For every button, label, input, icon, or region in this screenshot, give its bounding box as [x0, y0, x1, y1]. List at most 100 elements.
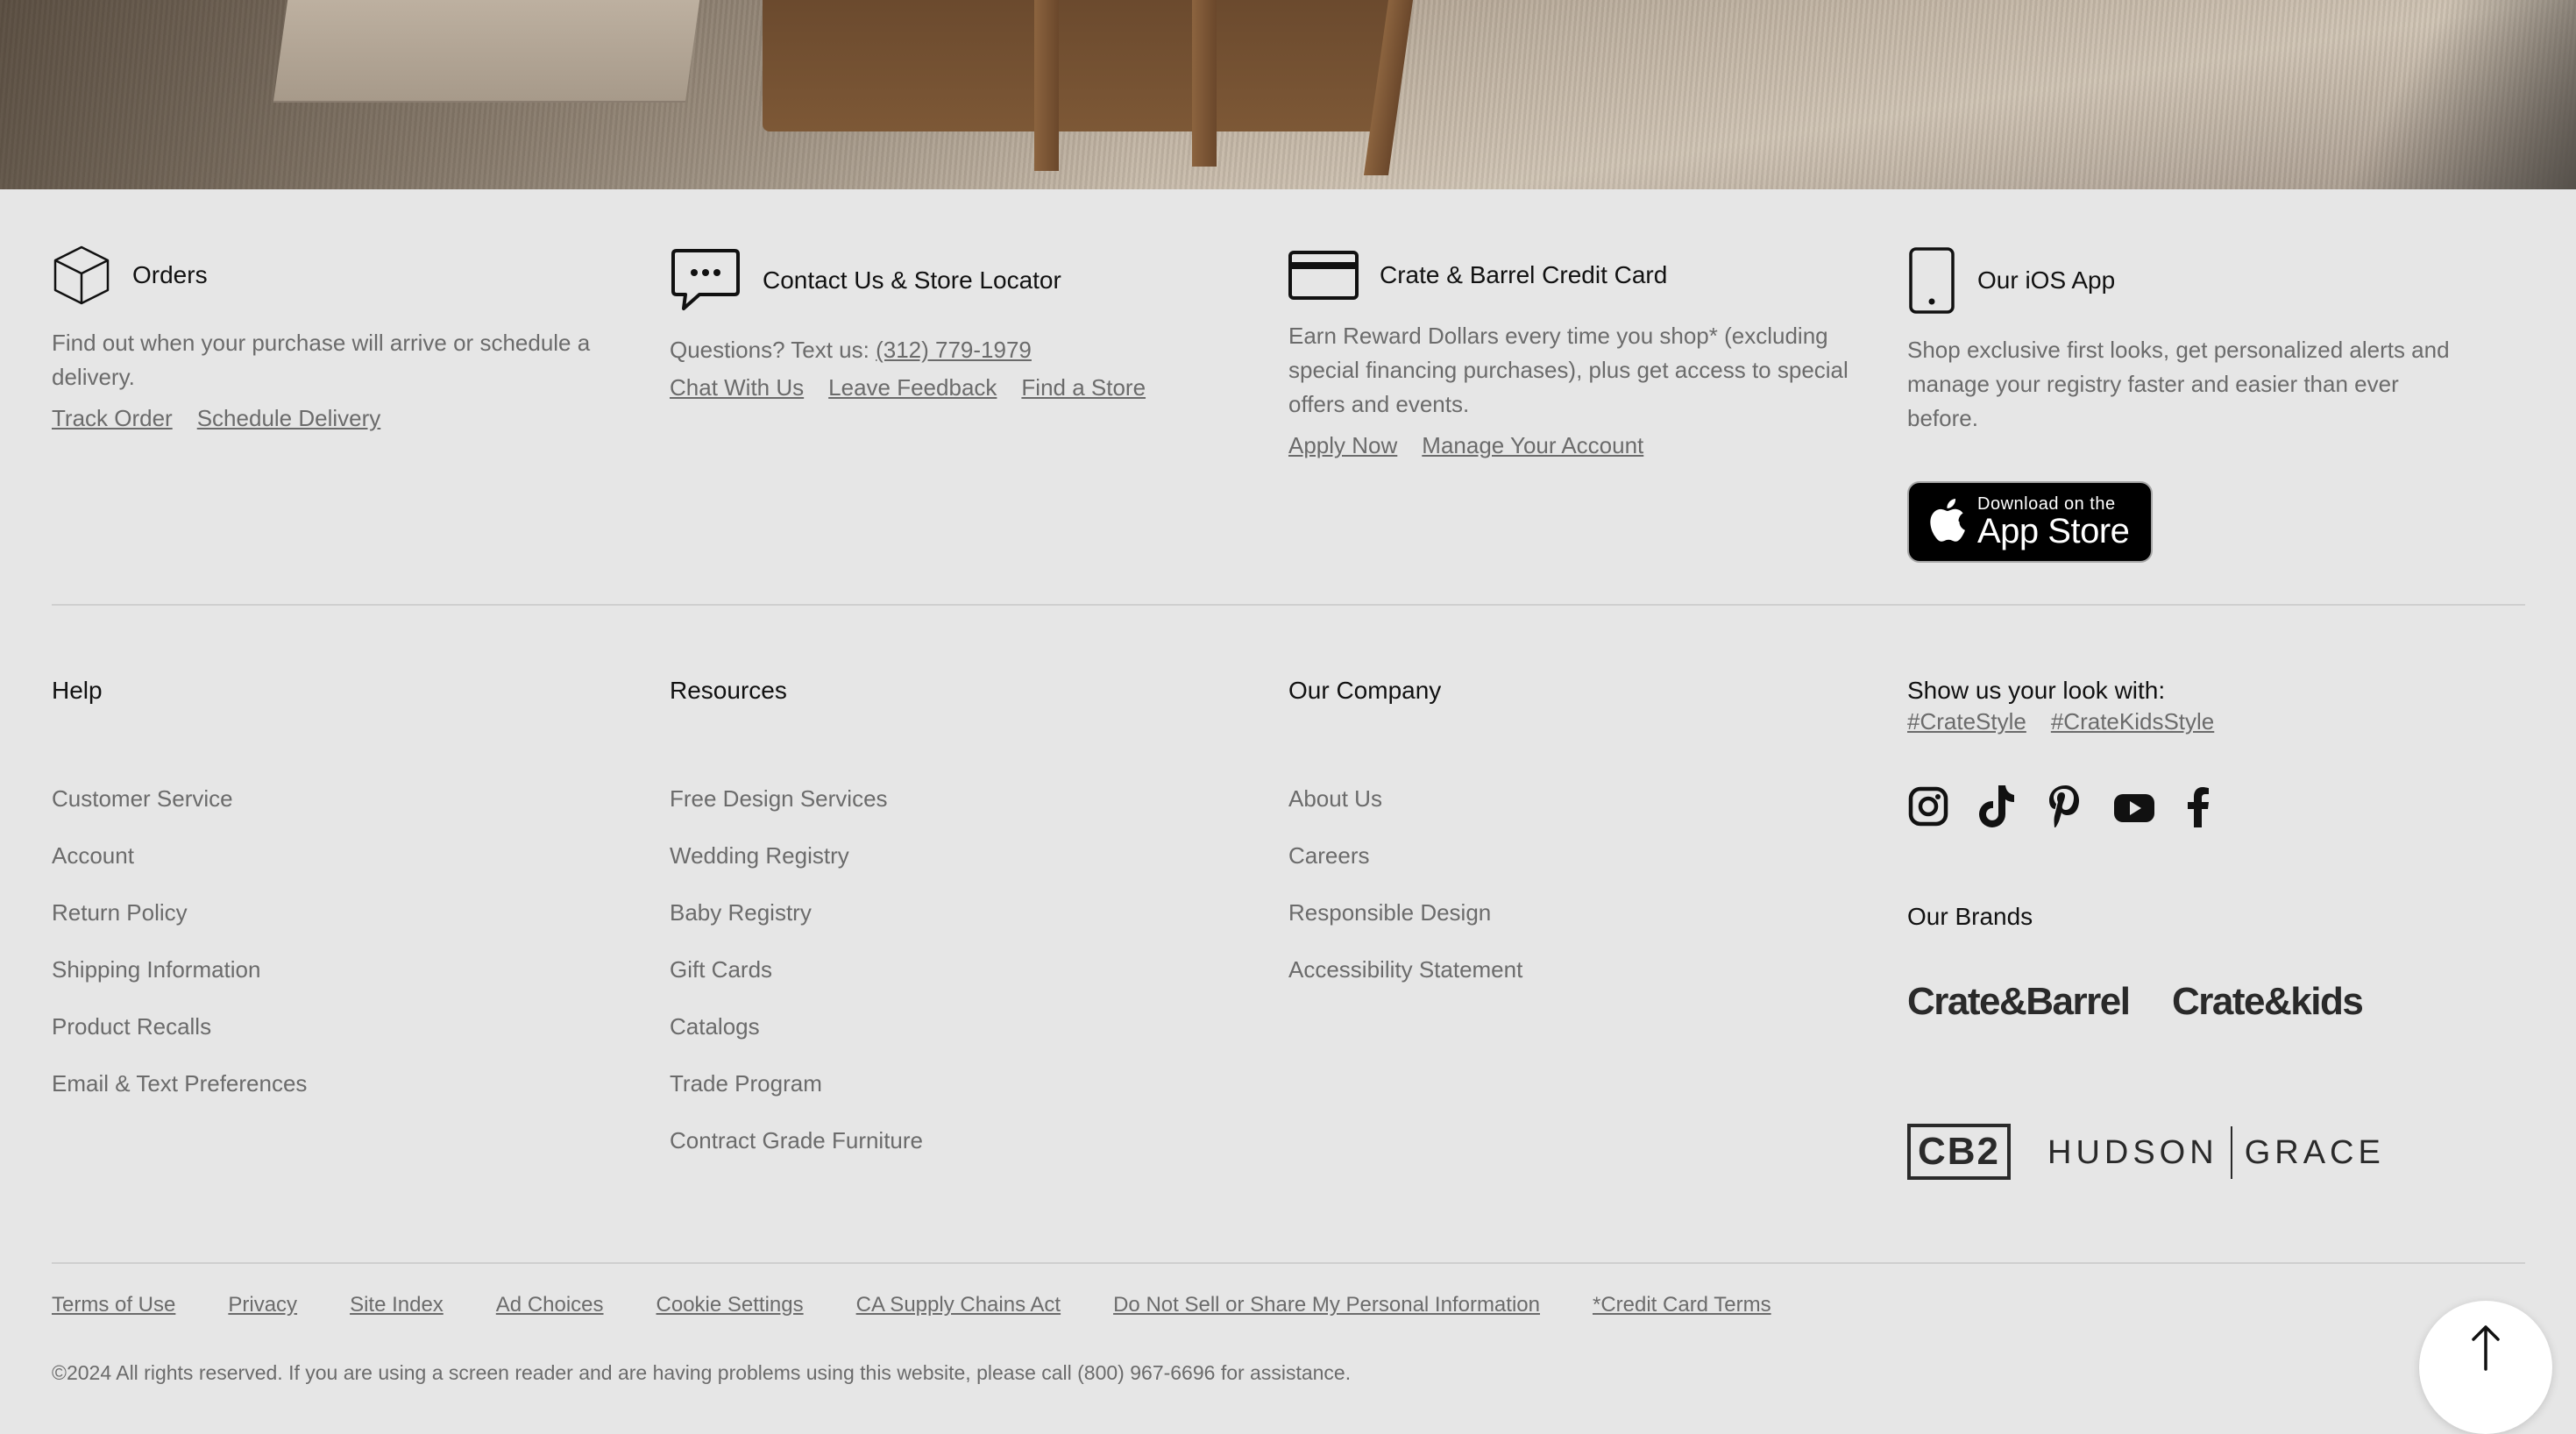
instagram-icon[interactable] — [1907, 784, 1949, 829]
contact-section: Contact Us & Store Locator Questions? Te… — [670, 247, 1248, 401]
customer-service-link[interactable]: Customer Service — [52, 785, 233, 812]
product-recalls-link[interactable]: Product Recalls — [52, 1013, 211, 1040]
phone-icon — [1907, 247, 1956, 314]
hudson-grace-logo[interactable]: HUDSON GRACE — [2047, 1126, 2385, 1179]
contract-grade-furniture-link[interactable]: Contract Grade Furniture — [670, 1127, 923, 1154]
section-divider — [52, 604, 2525, 606]
list-item: Catalogs — [670, 1013, 923, 1070]
list-item: Trade Program — [670, 1070, 923, 1127]
list-item: Shipping Information — [52, 956, 307, 1013]
terms-of-use-link[interactable]: Terms of Use — [52, 1293, 175, 1317]
contact-header: Contact Us & Store Locator — [670, 247, 1248, 314]
cratestyle-hashtag-link[interactable]: #CrateStyle — [1907, 708, 2026, 735]
resources-list: Free Design Services Wedding Registry Ba… — [670, 785, 923, 1184]
manage-account-link[interactable]: Manage Your Account — [1422, 432, 1643, 458]
sofa-skirt — [273, 0, 700, 103]
app-store-badge-small: Download on the — [1977, 493, 2116, 514]
do-not-sell-link[interactable]: Do Not Sell or Share My Personal Informa… — [1113, 1293, 1540, 1317]
credit-card-header: Crate & Barrel Credit Card — [1288, 251, 1858, 300]
list-item: Customer Service — [52, 785, 307, 842]
youtube-icon[interactable] — [2112, 784, 2156, 829]
cookie-settings-link[interactable]: Cookie Settings — [656, 1293, 804, 1317]
list-item: Contract Grade Furniture — [670, 1127, 923, 1184]
credit-card-description: Earn Reward Dollars every time you shop*… — [1288, 323, 1849, 417]
ca-supply-chains-act-link[interactable]: CA Supply Chains Act — [856, 1293, 1061, 1317]
hashtags: #CrateStyle #CrateKidsStyle — [1907, 708, 2214, 735]
email-text-preferences-link[interactable]: Email & Text Preferences — [52, 1070, 307, 1097]
list-item: Free Design Services — [670, 785, 923, 842]
hero-image — [0, 0, 2576, 189]
social-icons — [1907, 784, 2218, 829]
free-design-services-link[interactable]: Free Design Services — [670, 785, 888, 812]
cb2-logo[interactable]: CB2 — [1907, 1124, 2011, 1180]
ios-app-section: Our iOS App Shop exclusive first looks, … — [1907, 247, 2468, 436]
wedding-registry-link[interactable]: Wedding Registry — [670, 842, 849, 869]
ad-choices-link[interactable]: Ad Choices — [496, 1293, 604, 1317]
privacy-link[interactable]: Privacy — [228, 1293, 297, 1317]
shipping-information-link[interactable]: Shipping Information — [52, 956, 260, 983]
find-a-store-link[interactable]: Find a Store — [1021, 374, 1146, 401]
site-index-link[interactable]: Site Index — [350, 1293, 444, 1317]
box-icon — [52, 244, 111, 307]
chat-with-us-link[interactable]: Chat With Us — [670, 374, 804, 401]
credit-card-terms-link[interactable]: *Credit Card Terms — [1593, 1293, 1771, 1317]
list-item: Account — [52, 842, 307, 899]
list-item: About Us — [1288, 785, 1522, 842]
contact-title: Contact Us & Store Locator — [763, 266, 1061, 294]
list-item: Email & Text Preferences — [52, 1070, 307, 1127]
copyright-text: ©2024 All rights reserved. If you are us… — [52, 1361, 1352, 1384]
about-us-link[interactable]: About Us — [1288, 785, 1382, 812]
list-item: Accessibility Statement — [1288, 956, 1522, 1013]
orders-description: Find out when your purchase will arrive … — [52, 330, 591, 390]
list-item: Careers — [1288, 842, 1522, 899]
brands-heading: Our Brands — [1907, 903, 2033, 930]
schedule-delivery-link[interactable]: Schedule Delivery — [197, 405, 381, 431]
credit-card-title: Crate & Barrel Credit Card — [1380, 261, 1668, 288]
list-item: Responsible Design — [1288, 899, 1522, 956]
credit-card-section: Crate & Barrel Credit Card Earn Reward D… — [1288, 251, 1858, 459]
catalogs-link[interactable]: Catalogs — [670, 1013, 760, 1040]
account-link[interactable]: Account — [52, 842, 134, 869]
tiktok-icon[interactable] — [1976, 784, 2018, 829]
list-item: Baby Registry — [670, 899, 923, 956]
orders-header: Orders — [52, 244, 613, 307]
cratekidsstyle-hashtag-link[interactable]: #CrateKidsStyle — [2051, 708, 2214, 735]
legal-links: Terms of Use Privacy Site Index Ad Choic… — [52, 1293, 1771, 1317]
careers-link[interactable]: Careers — [1288, 842, 1369, 869]
list-item: Wedding Registry — [670, 842, 923, 899]
list-item: Return Policy — [52, 899, 307, 956]
list-item: Gift Cards — [670, 956, 923, 1013]
ios-app-title: Our iOS App — [1977, 266, 2116, 294]
ios-app-header: Our iOS App — [1907, 247, 2468, 314]
wooden-table — [763, 0, 1394, 131]
resources-heading: Resources — [670, 677, 787, 704]
trade-program-link[interactable]: Trade Program — [670, 1070, 822, 1097]
credit-card-icon — [1288, 251, 1359, 300]
hudson-text: HUDSON — [2047, 1133, 2218, 1171]
apply-now-link[interactable]: Apply Now — [1288, 432, 1397, 458]
crate-and-barrel-logo[interactable]: Crate&Barrel — [1907, 980, 2131, 1024]
app-store-badge-big: App Store — [1977, 511, 2130, 550]
help-list: Customer Service Account Return Policy S… — [52, 785, 307, 1127]
ios-app-description: Shop exclusive first looks, get personal… — [1907, 337, 2450, 431]
gift-cards-link[interactable]: Gift Cards — [670, 956, 772, 983]
track-order-link[interactable]: Track Order — [52, 405, 173, 431]
company-heading: Our Company — [1288, 677, 1442, 704]
company-list: About Us Careers Responsible Design Acce… — [1288, 785, 1522, 1013]
back-to-top-button[interactable] — [2419, 1301, 2552, 1434]
phone-link[interactable]: (312) 779-1979 — [876, 337, 1032, 363]
accessibility-statement-link[interactable]: Accessibility Statement — [1288, 956, 1522, 983]
arrow-up-icon — [2468, 1324, 2503, 1434]
pinterest-icon[interactable] — [2044, 784, 2086, 829]
grace-text: GRACE — [2244, 1133, 2385, 1171]
leave-feedback-link[interactable]: Leave Feedback — [828, 374, 997, 401]
baby-registry-link[interactable]: Baby Registry — [670, 899, 812, 926]
orders-title: Orders — [132, 261, 208, 288]
crate-and-kids-logo[interactable]: Crate&kids — [2172, 980, 2364, 1024]
return-policy-link[interactable]: Return Policy — [52, 899, 188, 926]
apple-icon — [1928, 498, 1965, 546]
facebook-icon[interactable] — [2182, 784, 2218, 829]
responsible-design-link[interactable]: Responsible Design — [1288, 899, 1491, 926]
help-heading: Help — [52, 677, 103, 704]
app-store-badge[interactable]: Download on the App Store — [1907, 481, 2153, 563]
